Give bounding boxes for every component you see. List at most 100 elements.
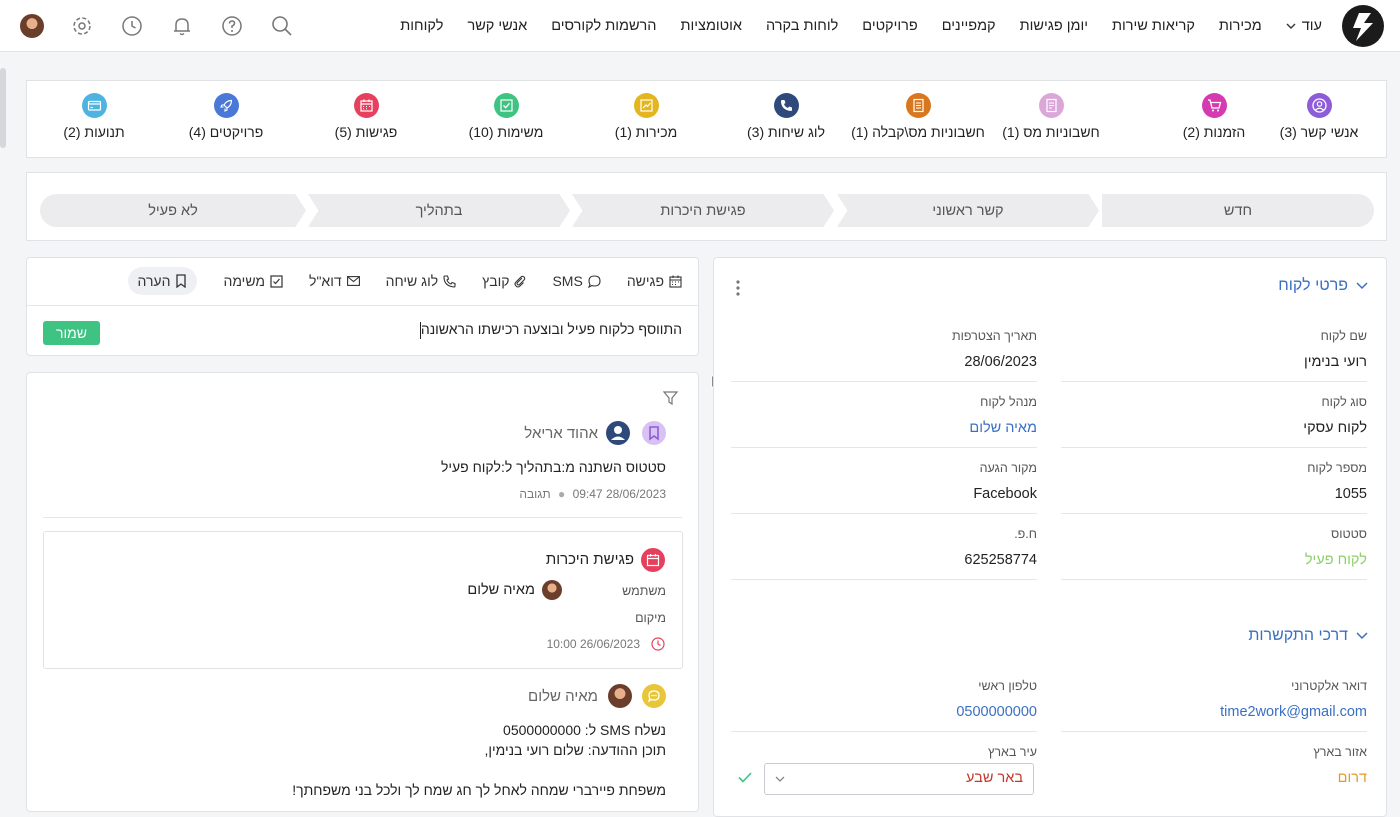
field-label: שם לקוח — [1320, 329, 1367, 343]
search-icon[interactable] — [271, 15, 293, 37]
tab-email[interactable]: דוא"ל — [309, 273, 360, 289]
field-label: אזור בארץ — [1313, 745, 1367, 759]
field-main-phone[interactable]: טלפון ראשי 0500000000 — [731, 666, 1037, 732]
check-icon[interactable] — [738, 772, 752, 783]
entry-author[interactable]: אהוד אריאל — [524, 425, 598, 442]
field-email[interactable]: דואר אלקטרוני time2work@gmail.com — [1061, 666, 1367, 732]
entry-author[interactable]: מאיה שלום — [528, 688, 598, 705]
tab-task[interactable]: משימה — [223, 273, 283, 289]
meeting-badge — [641, 548, 665, 572]
field-value: 1055 — [1334, 486, 1367, 502]
related-item[interactable]: משימות (10) — [431, 93, 581, 149]
field-account-manager[interactable]: מנהל לקוח מאיה שלום — [731, 382, 1037, 448]
nav-more-menu[interactable]: עוד — [1286, 18, 1322, 34]
activity-feed: אהוד אריאל סטטוס השתנה מ:בתהליך ל:לקוח פ… — [26, 372, 699, 812]
kebab-menu-icon[interactable] — [736, 279, 740, 297]
field-customer-type[interactable]: סוג לקוח לקוח עסקי — [1061, 382, 1367, 448]
field-label: סוג לקוח — [1321, 395, 1367, 409]
sms-line: משפחת פיירברי שמחה לאחל לך חג שמח לך ולכ… — [292, 782, 666, 798]
field-lead-source[interactable]: מקור הגעה Facebook — [731, 448, 1037, 514]
filter-icon[interactable] — [663, 391, 678, 405]
user-avatar — [542, 580, 562, 600]
entry-timestamp: 28/06/2023 09:47 — [572, 487, 666, 501]
user-avatar[interactable] — [20, 14, 44, 38]
pipeline-stage-intro-meeting[interactable]: פגישת היכרות — [572, 194, 834, 227]
meeting-card[interactable]: פגישת היכרות משתמש מאיה שלום מיקום 26/06… — [43, 531, 683, 669]
field-label: סטטוס — [1331, 527, 1367, 541]
activity-composer: הערה משימה דוא"ל לוג שיחה קובץ SMS פגישה… — [26, 257, 699, 356]
nav-item-meetings-calendar[interactable]: יומן פגישות — [1020, 18, 1088, 34]
tab-note[interactable]: הערה — [127, 267, 198, 295]
phone-link[interactable]: 0500000000 — [956, 704, 1037, 720]
reply-link[interactable]: תגובה — [519, 487, 550, 501]
related-badge — [353, 93, 379, 118]
field-value: רועי בנימין — [1303, 354, 1367, 370]
gear-icon[interactable] — [71, 15, 93, 37]
nav-item-course-registrations[interactable]: הרשמות לקורסים — [551, 18, 656, 34]
bookmark-icon — [176, 274, 187, 288]
nav-item-automations[interactable]: אוטומציות — [681, 18, 743, 34]
related-item[interactable]: לוג שיחות (3) — [711, 93, 861, 149]
entry-text: סטטוס השתנה מ:בתהליך ל:לקוח פעיל — [440, 459, 666, 475]
contact-section-toggle[interactable]: דרכי התקשרות — [1248, 627, 1368, 645]
nav-item-dashboards[interactable]: לוחות בקרה — [766, 18, 838, 34]
main-nav: לקוחות אנשי קשר הרשמות לקורסים אוטומציות… — [400, 0, 1322, 52]
card-icon — [87, 100, 101, 111]
related-item[interactable]: פרויקטים (4) — [151, 93, 301, 149]
field-label: מנהל לקוח — [980, 395, 1037, 409]
tab-file[interactable]: קובץ — [482, 273, 526, 289]
field-value: לקוח פעיל — [1304, 552, 1367, 568]
field-customer-number[interactable]: מספר לקוח 1055 — [1061, 448, 1367, 514]
note-input[interactable]: התווסף כלקוח פעיל ובוצעה רכישתו הראשונה — [418, 321, 682, 339]
top-navigation-bar: לקוחות אנשי קשר הרשמות לקורסים אוטומציות… — [0, 0, 1400, 52]
mail-icon — [346, 276, 360, 286]
field-value-link[interactable]: מאיה שלום — [969, 420, 1037, 436]
tab-sms[interactable]: SMS — [552, 273, 601, 289]
city-select[interactable]: באר שבע — [764, 763, 1034, 795]
field-label: טלפון ראשי — [978, 679, 1037, 693]
meeting-title: פגישת היכרות — [545, 551, 634, 568]
pipeline-stage-inactive[interactable]: לא פעיל — [40, 194, 306, 227]
related-item[interactable]: חשבוניות מס (1) — [976, 93, 1126, 149]
nav-item-contacts[interactable]: אנשי קשר — [467, 18, 527, 34]
nav-item-customers[interactable]: לקוחות — [400, 18, 443, 34]
meeting-user-label: משתמש — [622, 584, 666, 598]
bell-icon[interactable] — [171, 15, 193, 37]
nav-item-projects[interactable]: פרויקטים — [862, 18, 917, 34]
pipeline-stage-new[interactable]: חדש — [1102, 194, 1374, 227]
related-item[interactable]: פגישות (5) — [291, 93, 441, 149]
nav-item-service-calls[interactable]: קריאות שירות — [1112, 18, 1195, 34]
related-item[interactable]: מכירות (1) — [571, 93, 721, 149]
chevron-down-icon — [775, 776, 785, 782]
sms-line: תוכן ההודעה: שלום רועי בנימין, — [484, 742, 666, 758]
field-company-id[interactable]: ח.פ. 625258774 — [731, 514, 1037, 580]
tab-call-log[interactable]: לוג שיחה — [386, 273, 457, 289]
sms-line: נשלח SMS ל: 0500000000 — [503, 722, 666, 738]
email-link[interactable]: time2work@gmail.com — [1220, 704, 1367, 720]
bookmark-icon — [649, 426, 659, 441]
field-join-date[interactable]: תאריך הצטרפות 28/06/2023 — [731, 316, 1037, 382]
stage-label: לא פעיל — [148, 202, 198, 219]
field-region[interactable]: אזור בארץ דרום — [1061, 732, 1367, 798]
tab-meeting[interactable]: פגישה — [627, 273, 682, 289]
related-item[interactable]: תנועות (2) — [19, 93, 169, 149]
save-button[interactable]: שמור — [43, 321, 100, 345]
clock-icon[interactable] — [121, 15, 143, 37]
field-customer-name[interactable]: שם לקוח רועי בנימין — [1061, 316, 1367, 382]
pipeline-stage-in-progress[interactable]: בתהליך — [308, 194, 570, 227]
related-item[interactable]: חשבוניות מס\קבלה (1) — [843, 93, 993, 149]
help-icon[interactable] — [221, 15, 243, 37]
app-logo[interactable] — [1342, 5, 1384, 47]
pipeline-stage-initial-contact[interactable]: קשר ראשוני — [837, 194, 1099, 227]
related-item[interactable]: הזמנות (2) — [1139, 93, 1289, 149]
section-title: דרכי התקשרות — [1248, 627, 1348, 644]
related-item-label: הזמנות (2) — [1182, 124, 1246, 140]
related-badge — [493, 93, 519, 118]
meeting-user-name: מאיה שלום — [467, 582, 535, 598]
scroll-handle[interactable] — [0, 68, 6, 148]
customer-details-section-toggle[interactable]: פרטי לקוח — [1278, 277, 1368, 295]
field-status[interactable]: סטטוס לקוח פעיל — [1061, 514, 1367, 580]
nav-item-sales[interactable]: מכירות — [1219, 18, 1262, 34]
nav-item-campaigns[interactable]: קמפיינים — [942, 18, 996, 34]
tab-label: לוג שיחה — [385, 273, 439, 289]
